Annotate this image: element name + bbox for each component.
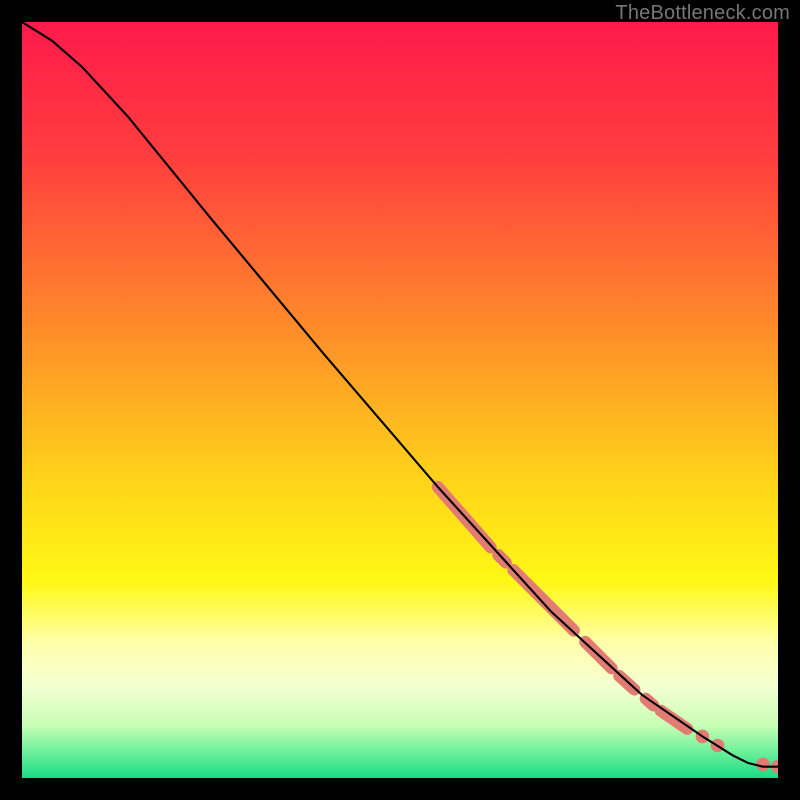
chart-frame: TheBottleneck.com	[0, 0, 800, 800]
bottleneck-chart	[22, 22, 778, 778]
gradient-background	[22, 22, 778, 778]
